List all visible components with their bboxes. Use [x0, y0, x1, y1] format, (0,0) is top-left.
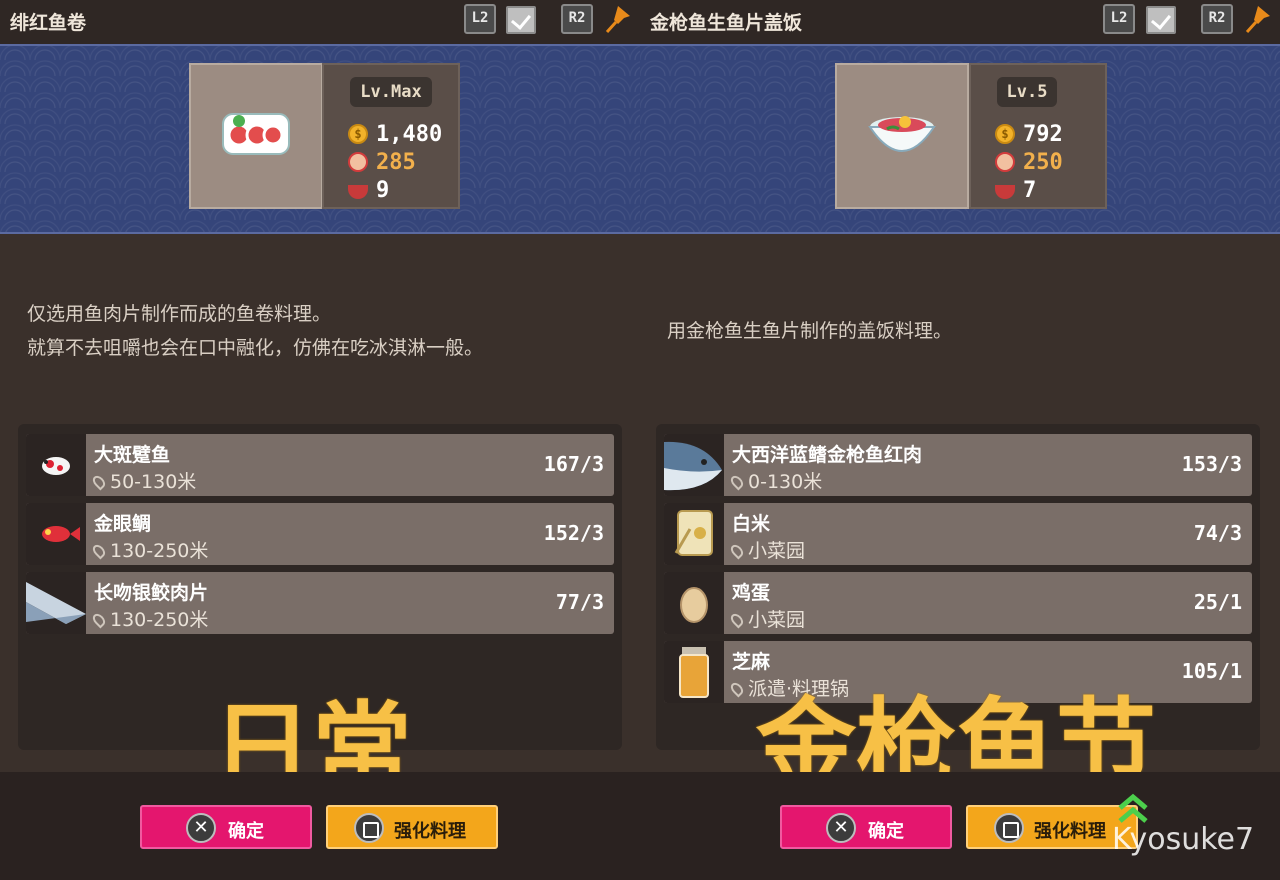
upgrade-arrows-icon [1118, 793, 1148, 823]
watermark: Kyosuke7 [1112, 822, 1255, 857]
ingredient-row[interactable]: 长吻银鲛肉片 130-250米 77/3 [26, 572, 614, 634]
ingredient-location: 0-130米 [728, 467, 822, 494]
ingredient-row[interactable]: 大西洋蓝鳍金枪鱼红肉 0-130米 153/3 [664, 434, 1252, 496]
ingredient-location: 小菜园 [728, 605, 805, 632]
price-stat: $ 1,480 [348, 121, 442, 147]
fish-roll-icon [222, 113, 290, 155]
dish-stats: Lv.Max $ 1,480 285 9 [322, 63, 460, 209]
bowl-icon [348, 185, 368, 199]
dish-banner: Lv.5 $ 792 250 7 [640, 44, 1280, 234]
title-bar: 绯红鱼卷 L2 R2 [0, 0, 640, 44]
recipe-panel-right: 金枪鱼生鱼片盖饭 L2 R2 Lv.5 $ 792 250 7 用金枪鱼生鱼片制… [640, 0, 1280, 880]
ingredient-count: 74/3 [1193, 521, 1242, 545]
cross-button-icon: ✕ [186, 813, 216, 843]
dish-title: 绯红鱼卷 [10, 12, 87, 34]
ingredient-name: 白米 [732, 513, 771, 535]
footer-bar: ✕ 确定 强化料理 [0, 772, 640, 880]
pin-icon[interactable] [604, 4, 632, 34]
l2-button[interactable]: L2 [464, 4, 496, 34]
taste-icon [348, 152, 368, 172]
ingredient-count: 25/1 [1193, 590, 1242, 614]
r2-button[interactable]: R2 [1201, 4, 1233, 34]
cross-button-icon: ✕ [826, 813, 856, 843]
tuna-rice-bowl-icon [868, 116, 936, 152]
coin-icon: $ [348, 124, 368, 144]
ingredient-location: 50-130米 [90, 467, 196, 494]
ingredient-row[interactable]: 金眼鲷 130-250米 152/3 [26, 503, 614, 565]
sesame-jar-icon [664, 641, 724, 703]
pin-icon[interactable] [1244, 4, 1272, 34]
dish-image [189, 63, 323, 209]
taste-stat: 285 [348, 149, 416, 175]
ingredient-name: 长吻银鲛肉片 [94, 582, 209, 604]
checkbox-icon[interactable] [1146, 6, 1176, 34]
ingredient-name: 鸡蛋 [732, 582, 771, 604]
confirm-button[interactable]: ✕ 确定 [140, 805, 312, 849]
ingredient-count: 77/3 [555, 590, 604, 614]
title-bar: 金枪鱼生鱼片盖饭 L2 R2 [640, 0, 1280, 44]
ingredient-count: 152/3 [543, 521, 604, 545]
dish-description: 仅选用鱼肉片制作而成的鱼卷料理。 就算不去咀嚼也会在口中融化，仿佛在吃冰淇淋一般… [27, 303, 484, 359]
dish-title: 金枪鱼生鱼片盖饭 [650, 12, 803, 34]
dish-stats: Lv.5 $ 792 250 7 [969, 63, 1107, 209]
l2-button[interactable]: L2 [1103, 4, 1135, 34]
r2-button[interactable]: R2 [561, 4, 593, 34]
ingredient-name: 大西洋蓝鳍金枪鱼红肉 [732, 444, 923, 466]
level-badge: Lv.5 [997, 77, 1057, 107]
location-pin-icon [728, 473, 746, 491]
ingredient-row[interactable]: 白米 小菜园 74/3 [664, 503, 1252, 565]
portion-stat: 9 [348, 177, 389, 203]
portion-stat: 7 [995, 177, 1036, 203]
price-stat: $ 792 [995, 121, 1063, 147]
taste-stat: 250 [995, 149, 1063, 175]
location-pin-icon [728, 611, 746, 629]
dish-description: 用金枪鱼生鱼片制作的盖饭料理。 [667, 320, 953, 342]
confirm-button[interactable]: ✕ 确定 [780, 805, 952, 849]
square-button-icon [994, 813, 1024, 843]
dish-image [835, 63, 969, 209]
recipe-panel-left: 绯红鱼卷 L2 R2 Lv.Max $ 1,480 285 9 仅选用鱼肉片制作… [0, 0, 640, 880]
ingredient-count: 167/3 [543, 452, 604, 476]
ingredient-count: 105/1 [1181, 659, 1242, 683]
taste-icon [995, 152, 1015, 172]
ingredient-location: 小菜园 [728, 536, 805, 563]
coin-icon: $ [995, 124, 1015, 144]
egg-icon [664, 572, 724, 634]
ingredient-count: 153/3 [1181, 452, 1242, 476]
chimaera-icon [26, 572, 86, 634]
location-pin-icon [90, 611, 108, 629]
rice-bag-icon [664, 503, 724, 565]
alfonsino-icon [26, 503, 86, 565]
ingredient-name: 大斑躄鱼 [94, 444, 171, 466]
location-pin-icon [728, 542, 746, 560]
ingredient-name: 金眼鲷 [94, 513, 152, 535]
location-pin-icon [90, 542, 108, 560]
dish-banner: Lv.Max $ 1,480 285 9 [0, 44, 640, 234]
level-badge: Lv.Max [350, 77, 432, 107]
ingredient-location: 130-250米 [90, 536, 208, 563]
location-pin-icon [90, 473, 108, 491]
enhance-dish-button[interactable]: 强化料理 [326, 805, 498, 849]
tuna-icon [664, 434, 724, 496]
location-pin-icon [728, 680, 746, 698]
square-button-icon [354, 813, 384, 843]
ingredient-row[interactable]: 大斑躄鱼 50-130米 167/3 [26, 434, 614, 496]
frogfish-icon [26, 434, 86, 496]
ingredient-row[interactable]: 鸡蛋 小菜园 25/1 [664, 572, 1252, 634]
ingredient-location: 130-250米 [90, 605, 208, 632]
checkbox-icon[interactable] [506, 6, 536, 34]
bowl-icon [995, 185, 1015, 199]
